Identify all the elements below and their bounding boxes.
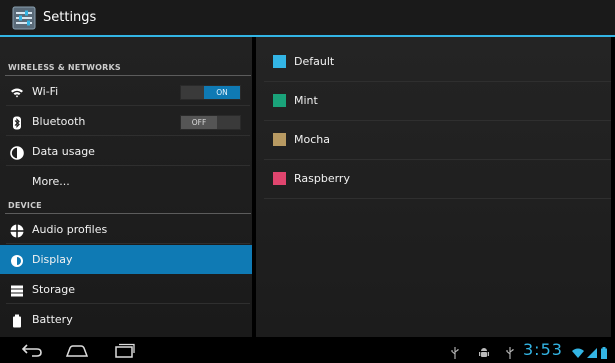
sidebar-item-label: Display xyxy=(32,253,73,266)
theme-label: Mint xyxy=(294,94,318,107)
theme-option-mocha[interactable]: Mocha xyxy=(256,121,611,160)
theme-label: Default xyxy=(294,55,335,68)
section-header-wireless: WIRELESS & NETWORKS xyxy=(8,63,121,72)
theme-color-swatch xyxy=(273,133,286,146)
row-divider xyxy=(6,243,250,244)
row-divider xyxy=(6,303,250,304)
settings-sidebar: WIRELESS & NETWORKS Wi-Fi ON Bluetooth O… xyxy=(0,37,252,337)
sidebar-item-more[interactable]: More... xyxy=(0,167,252,196)
usb-icon xyxy=(450,344,460,359)
system-nav-bar: 3:53 xyxy=(0,337,615,363)
sidebar-item-label: Battery xyxy=(32,313,73,326)
theme-label: Mocha xyxy=(294,133,330,146)
battery-status-icon xyxy=(600,344,608,359)
app-title: Settings xyxy=(43,10,97,25)
theme-color-swatch xyxy=(273,172,286,185)
action-bar: Settings xyxy=(0,0,615,37)
usb-icon xyxy=(505,344,515,359)
sidebar-item-display[interactable]: Display xyxy=(0,245,252,274)
sidebar-item-label: More... xyxy=(32,175,70,188)
row-divider xyxy=(264,198,611,199)
sidebar-item-label: Data usage xyxy=(32,145,95,158)
sidebar-item-battery[interactable]: Battery xyxy=(0,305,252,334)
bluetooth-toggle-state: OFF xyxy=(181,116,217,129)
sidebar-item-data-usage[interactable]: Data usage xyxy=(0,137,252,166)
row-divider xyxy=(6,135,250,136)
display-theme-list: Default Mint Mocha Raspberry xyxy=(256,37,611,337)
section-header-device: DEVICE xyxy=(8,201,42,210)
theme-option-default[interactable]: Default xyxy=(256,43,611,82)
theme-label: Raspberry xyxy=(294,172,350,185)
theme-option-raspberry[interactable]: Raspberry xyxy=(256,160,611,199)
sidebar-item-audio-profiles[interactable]: Audio profiles xyxy=(0,215,252,244)
sidebar-item-bluetooth[interactable]: Bluetooth OFF xyxy=(0,107,252,136)
sidebar-item-wifi[interactable]: Wi-Fi ON xyxy=(0,77,252,106)
back-button[interactable] xyxy=(20,342,44,358)
wifi-toggle[interactable]: ON xyxy=(180,85,241,100)
sidebar-item-storage[interactable]: Storage xyxy=(0,275,252,304)
data-usage-icon xyxy=(10,145,24,160)
theme-color-swatch xyxy=(273,55,286,68)
recent-apps-button[interactable] xyxy=(112,342,136,358)
display-icon xyxy=(10,253,24,267)
bluetooth-icon xyxy=(10,115,24,130)
android-debug-icon xyxy=(479,344,489,357)
wifi-signal-icon xyxy=(572,344,584,358)
row-divider xyxy=(6,165,250,166)
section-divider xyxy=(5,213,251,214)
theme-option-mint[interactable]: Mint xyxy=(256,82,611,121)
sidebar-item-label: Bluetooth xyxy=(32,115,86,128)
status-clock: 3:53 xyxy=(523,340,563,359)
battery-icon xyxy=(10,313,24,328)
wifi-icon xyxy=(10,85,24,99)
storage-icon xyxy=(10,283,24,297)
theme-color-swatch xyxy=(273,94,286,107)
sidebar-item-label: Wi-Fi xyxy=(32,85,59,98)
wifi-toggle-state: ON xyxy=(204,86,240,99)
audio-profiles-icon xyxy=(10,223,24,238)
cell-signal-icon xyxy=(587,344,597,358)
row-divider xyxy=(6,105,250,106)
bluetooth-toggle[interactable]: OFF xyxy=(180,115,241,130)
settings-app-icon[interactable] xyxy=(12,6,36,30)
section-divider xyxy=(5,75,251,76)
sidebar-item-label: Audio profiles xyxy=(32,223,108,236)
sidebar-item-label: Storage xyxy=(32,283,76,296)
home-button[interactable] xyxy=(65,342,89,358)
